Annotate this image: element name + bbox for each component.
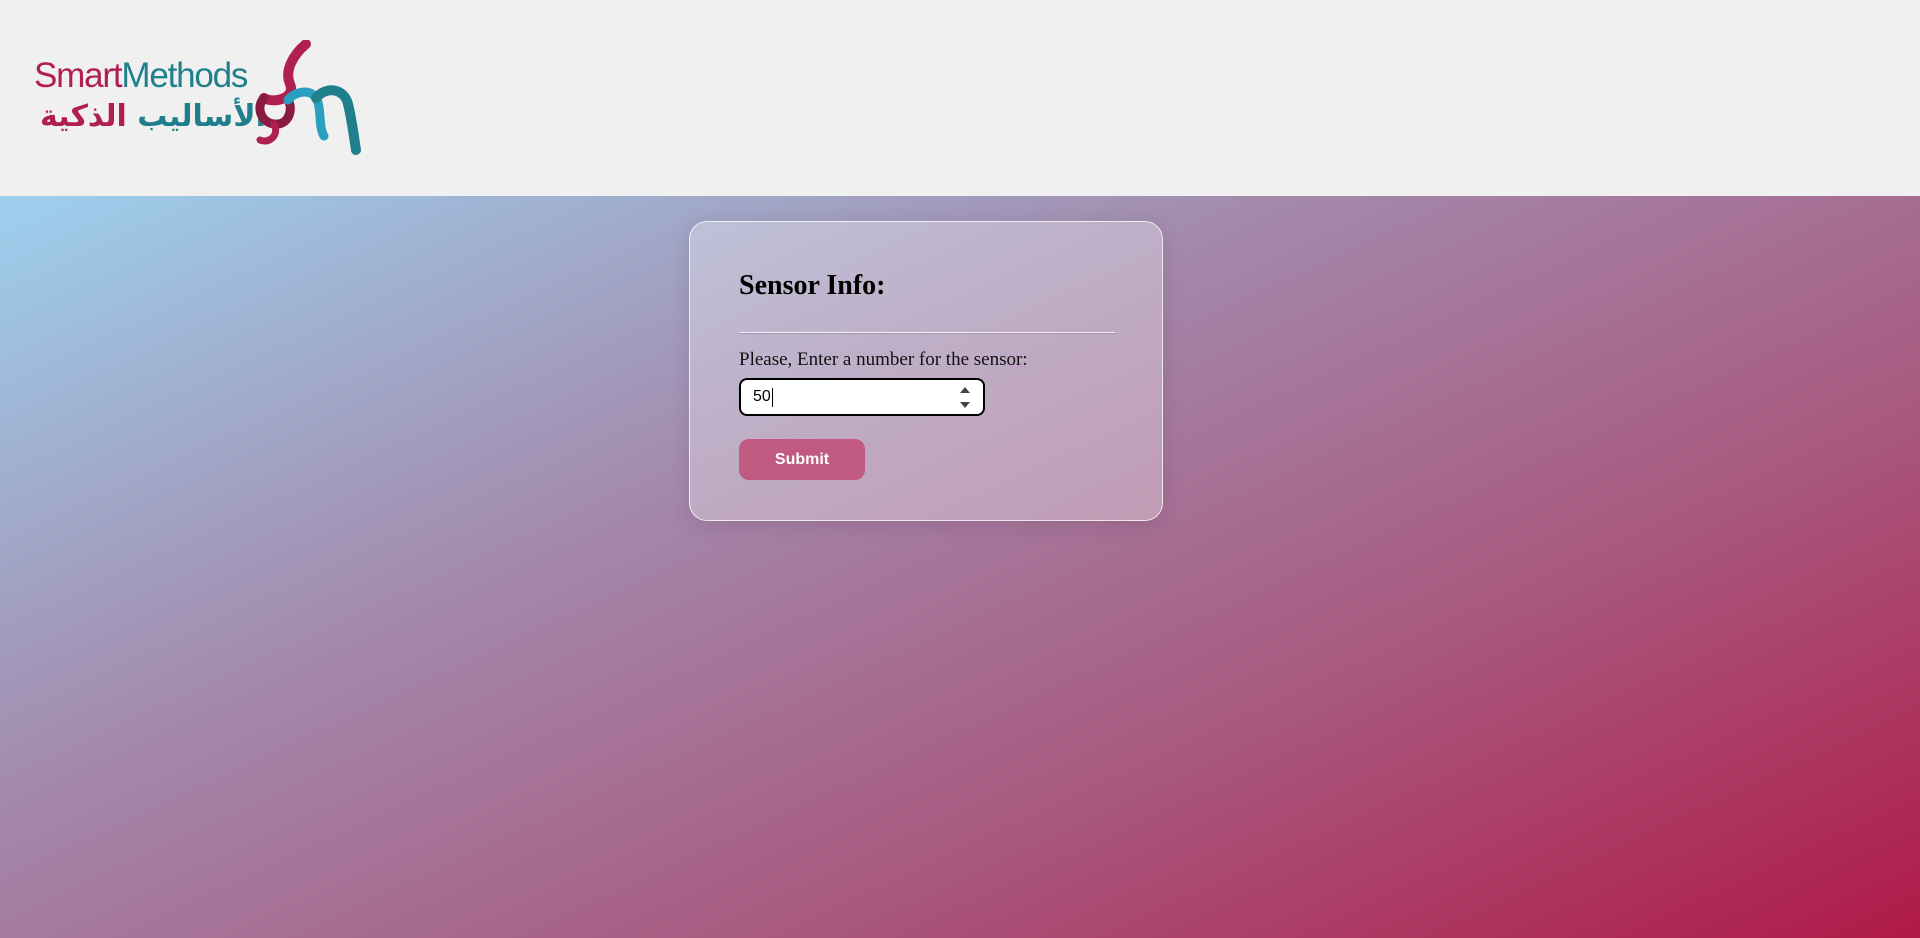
logo-text-methods: Methods [121,56,248,95]
text-caret [772,388,773,407]
sensor-number-input[interactable]: 50 [739,378,985,416]
spinner-down-button[interactable] [957,398,973,411]
spinner-up-button[interactable] [957,383,973,396]
logo-text-english: SmartMethods [34,56,248,95]
header-bar: SmartMethods الأساليب الذكية [0,0,1920,196]
logo-text-arabic-2: الذكية [40,99,127,134]
sensor-form-card: Sensor Info: Please, Enter a number for … [689,221,1163,521]
logo-text-smart: Smart [34,56,123,95]
ribbon-logo-icon [255,40,361,155]
form-title: Sensor Info: [739,270,886,301]
arrow-down-icon [960,401,970,408]
smart-methods-logo: SmartMethods الأساليب الذكية [32,40,372,156]
main-background: Sensor Info: Please, Enter a number for … [0,196,1920,938]
sensor-input-value: 50 [753,388,771,405]
logo-text-arabic: الأساليب الذكية [40,102,266,132]
title-divider [739,332,1115,334]
arrow-up-icon [960,386,970,393]
sensor-prompt-label: Please, Enter a number for the sensor: [739,349,1028,370]
logo-text-arabic-1: الأساليب [137,99,266,134]
number-spinner[interactable] [957,383,973,411]
submit-button[interactable]: Submit [739,439,865,480]
